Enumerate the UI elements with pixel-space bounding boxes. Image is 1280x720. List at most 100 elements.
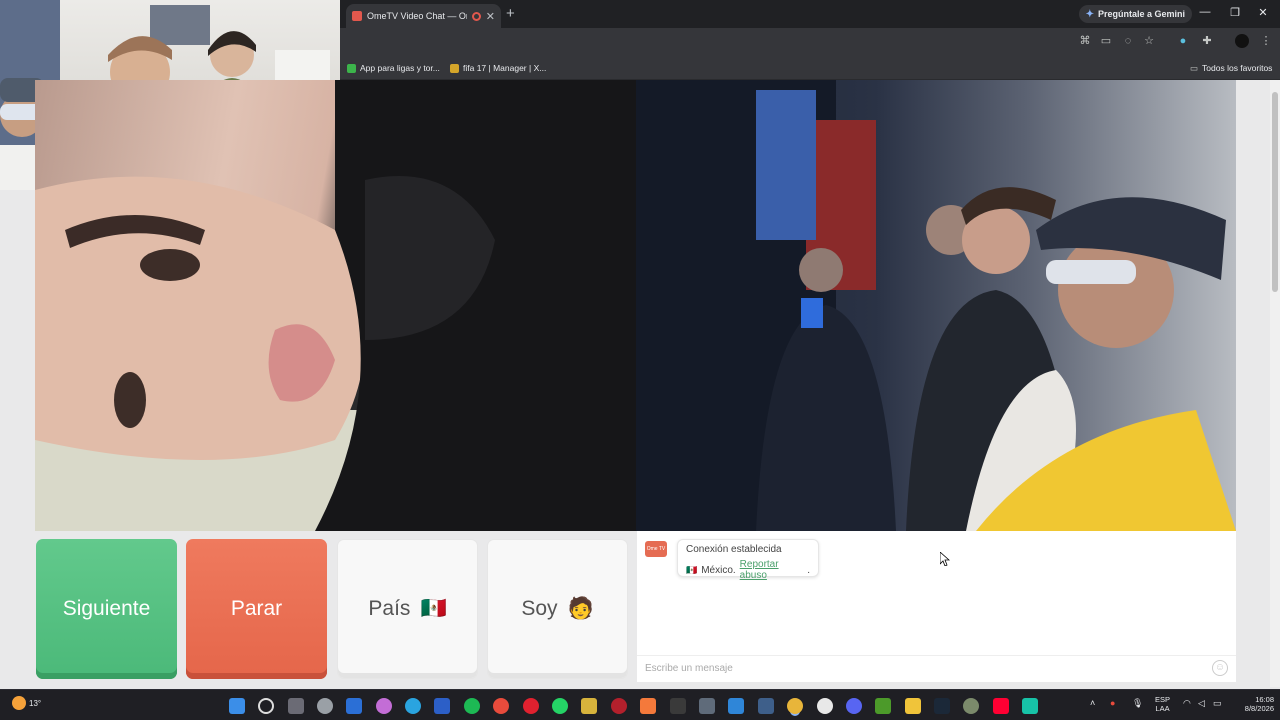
profile-avatar-icon[interactable] [1235, 34, 1249, 48]
task-view-icon[interactable] [288, 698, 304, 714]
ometv-favicon-icon [352, 11, 362, 21]
emoji-icon[interactable]: ☺ [1212, 660, 1228, 676]
wifi-icon[interactable]: ◠ [1183, 698, 1191, 709]
recording-icon [471, 11, 481, 21]
partner-country: México. [701, 564, 736, 576]
bookmark-label: fifa 17 | Manager | X... [463, 63, 547, 73]
copilot-icon[interactable] [376, 698, 392, 714]
browser-tab-bar: OmeTV Video Chat — Omegle ✕ + ✦ Pregúnta… [340, 0, 1280, 28]
ometv-logo-icon: Ome TV [645, 541, 667, 557]
bookmark-label: App para ligas y tor... [360, 63, 440, 73]
system-message: Conexión establecida 🇲🇽 México. Reportar… [677, 539, 819, 581]
scrollbar-thumb[interactable] [1272, 92, 1278, 292]
tab-ometv[interactable]: OmeTV Video Chat — Omegle ✕ [346, 4, 501, 28]
next-label: Siguiente [62, 597, 151, 620]
start-windows-icon[interactable] [229, 698, 245, 714]
microphone-icon[interactable]: 🎙 [1132, 698, 1143, 709]
translate-icon[interactable]: ⌘ [1078, 34, 1092, 48]
extension-icon[interactable]: ● [1176, 34, 1190, 48]
clock-date: 8/8/2026 [1244, 704, 1274, 713]
chrome-icon[interactable] [493, 698, 509, 714]
app-green-icon[interactable] [963, 698, 979, 714]
game-icon[interactable] [581, 698, 597, 714]
gemini-label: Pregúntale a Gemini [1097, 9, 1185, 19]
eye-off-icon[interactable]: ◌ [1121, 34, 1135, 48]
partner-video [35, 80, 636, 531]
clock[interactable]: 16:08 8/8/2026 [1234, 695, 1274, 713]
cast-icon[interactable]: ▭ [1099, 34, 1113, 48]
bookmark-favicon-icon [347, 63, 356, 73]
message-input[interactable]: Escribe un mensaje [637, 655, 1236, 682]
mexico-flag-icon: 🇲🇽 [420, 597, 447, 620]
bookmark-fifa[interactable]: fifa 17 | Manager | X... [450, 60, 546, 76]
extensions-puzzle-icon[interactable]: ✚ [1200, 34, 1214, 48]
store-icon[interactable] [699, 698, 715, 714]
file-explorer-icon[interactable] [905, 698, 921, 714]
app-teal-icon[interactable] [1022, 698, 1038, 714]
obs-icon[interactable] [317, 698, 333, 714]
lang-code: ESP [1155, 695, 1171, 704]
chat-panel: Ome TV Conexión establecida 🇲🇽 México. R… [637, 531, 1236, 682]
spotify-icon[interactable] [464, 698, 480, 714]
tray-chevron-icon[interactable]: ˄ [1090, 698, 1095, 708]
gemini-button[interactable]: ✦ Pregúntale a Gemini [1078, 5, 1192, 23]
epic-games-icon[interactable] [670, 698, 686, 714]
weather-sun-icon [12, 696, 26, 710]
windows-taskbar: 13° ˄ ● 🎙 ESP LAA ◠ ◁ ▭ 16:08 8/8/2026 [0, 689, 1280, 720]
chrome-active-icon[interactable] [787, 698, 803, 714]
opera-icon[interactable] [523, 698, 539, 714]
editor-icon[interactable] [346, 698, 362, 714]
country-button[interactable]: País 🇲🇽 [337, 539, 478, 679]
person-emoji-icon: 🧑 [567, 597, 594, 620]
report-suffix: . [807, 564, 810, 576]
minimize-icon[interactable]: — [1195, 6, 1215, 18]
connection-status: Conexión establecida [686, 544, 782, 555]
steam-icon[interactable] [934, 698, 950, 714]
close-window-icon[interactable]: ✕ [1253, 6, 1273, 19]
self-video [636, 80, 1236, 531]
valorant-icon[interactable] [611, 698, 627, 714]
weather-temp: 13° [29, 698, 42, 708]
report-abuse-link[interactable]: Reportar abuso [740, 559, 804, 581]
browser-toolbar [340, 28, 1280, 56]
gender-button[interactable]: Soy 🧑 [487, 539, 628, 679]
language-indicator[interactable]: ESP LAA [1155, 695, 1170, 713]
folder-label: Todos los favoritos [1202, 63, 1273, 73]
close-tab-icon[interactable]: ✕ [486, 10, 495, 23]
stop-button[interactable]: Parar [186, 539, 327, 679]
edge-icon[interactable] [405, 698, 421, 714]
vscode-icon[interactable] [728, 698, 744, 714]
whatsapp-icon[interactable] [552, 698, 568, 714]
tray-app-icon[interactable]: ● [1110, 698, 1115, 708]
app-orange-icon[interactable] [640, 698, 656, 714]
youtube-icon[interactable] [993, 698, 1009, 714]
mexico-flag-icon: 🇲🇽 [686, 564, 698, 575]
partner-video-scene [35, 80, 636, 531]
tab-title: OmeTV Video Chat — Omegle [367, 11, 467, 21]
app-icon[interactable] [434, 698, 450, 714]
bookmark-star-icon[interactable]: ☆ [1142, 34, 1156, 48]
next-button[interactable]: Siguiente [36, 539, 177, 679]
clock-time: 16:08 [1255, 695, 1274, 704]
weather-widget[interactable]: 13° [12, 696, 41, 710]
stop-label: Parar [230, 597, 283, 620]
mouse-cursor-icon [940, 552, 950, 566]
bookmark-app-ligas[interactable]: App para ligas y tor... [347, 60, 440, 76]
minecraft-icon[interactable] [875, 698, 891, 714]
battery-icon[interactable]: ▭ [1213, 698, 1222, 709]
bookmark-favicon-icon [450, 63, 459, 73]
menu-kebab-icon[interactable]: ⋮ [1259, 34, 1273, 48]
layout-code: LAA [1155, 704, 1170, 713]
app-icon-2[interactable] [758, 698, 774, 714]
new-tab-button[interactable]: + [506, 5, 515, 22]
gemini-sparkle-icon: ✦ [1085, 8, 1094, 20]
bookmarks-folder[interactable]: ▭ Todos los favoritos [1190, 60, 1272, 76]
restore-icon[interactable]: ❐ [1225, 6, 1245, 19]
country-label: País [368, 597, 411, 620]
volume-icon[interactable]: ◁ [1198, 698, 1205, 709]
self-video-scene [636, 80, 1236, 531]
search-icon[interactable] [258, 698, 274, 714]
app-white-icon[interactable] [817, 698, 833, 714]
discord-icon[interactable] [846, 698, 862, 714]
folder-icon: ▭ [1190, 62, 1199, 73]
